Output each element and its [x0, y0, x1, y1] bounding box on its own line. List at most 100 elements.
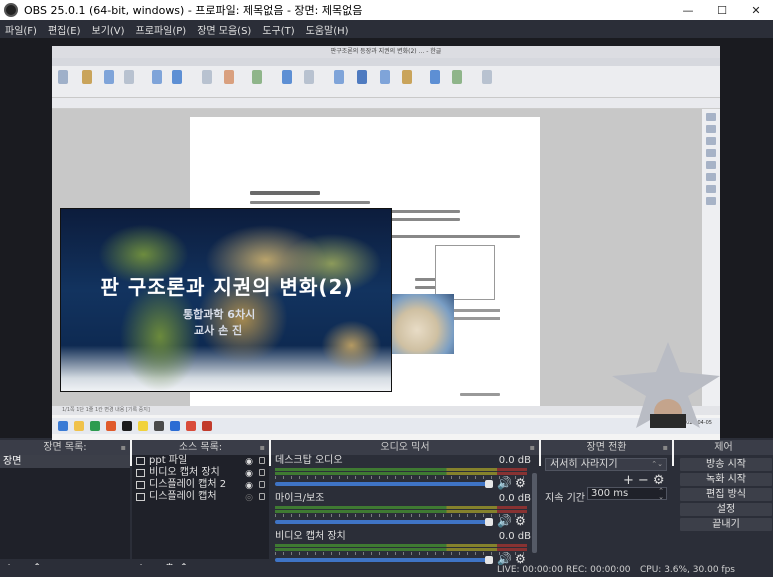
- window-title: OBS 25.0.1 (64-bit, windows) - 프로파일: 제목없…: [24, 4, 363, 17]
- slide-subtitle: 통합과학 6차시: [183, 308, 256, 321]
- live-status: LIVE: 00:00:00: [497, 565, 563, 575]
- hidden-eye-icon[interactable]: ◎: [245, 492, 253, 504]
- webcam-star-overlay: [612, 342, 720, 428]
- sources-dock: 소스 목록: ▪ ppt 파일 ◉ 비디오 캡처 장치 ◉ 디스플레이 캡처 2 …: [132, 440, 269, 577]
- add-transition-button[interactable]: +: [623, 473, 634, 488]
- menu-profile[interactable]: 프로파일(P): [131, 22, 193, 37]
- chevron-down-icon: ⌃⌄: [651, 460, 663, 468]
- doc-window-title: 판구조론의 등장과 지권의 변화(2) ... - 한글: [52, 46, 720, 58]
- meter-ticks: [275, 514, 527, 517]
- slide-teacher: 교사 손 진: [194, 324, 243, 337]
- lock-icon[interactable]: [259, 457, 265, 464]
- volume-slider-knob[interactable]: [485, 480, 493, 488]
- volume-slider[interactable]: [275, 482, 493, 486]
- menu-tools[interactable]: 도구(T): [257, 22, 300, 37]
- scenes-list: 장면: [0, 455, 130, 559]
- studio-mode-button[interactable]: 편집 방식: [680, 488, 772, 501]
- close-button[interactable]: ✕: [739, 0, 773, 20]
- folder-icon: [136, 457, 145, 465]
- maximize-button[interactable]: ☐: [705, 0, 739, 20]
- track-db: 0.0 dB: [498, 531, 531, 542]
- mixer-track-desktop: 데스크탑 오디오 0.0 dB 🔊 ⚙: [271, 455, 539, 493]
- slide-capture-source[interactable]: 판 구조론과 지권의 변화(2) 통합과학 6차시 교사 손 진: [60, 208, 392, 392]
- settings-button[interactable]: 설정: [680, 503, 772, 516]
- sources-header: 소스 목록: ▪: [132, 440, 269, 455]
- camera-icon: [136, 469, 145, 477]
- volume-meter: [275, 510, 527, 513]
- controls-dock: 제어 방송 시작 녹화 시작 편집 방식 설정 끝내기: [674, 440, 773, 577]
- lock-icon[interactable]: [259, 469, 265, 476]
- minimize-button[interactable]: —: [671, 0, 705, 20]
- scenes-dock: 장면 목록:▪ 장면 + − ⌃ ⌄: [0, 440, 130, 577]
- monitor-icon: [136, 481, 145, 489]
- transition-select[interactable]: 서서히 사라지기 ⌃⌄: [545, 458, 667, 471]
- status-bar: LIVE: 00:00:00 REC: 00:00:00 CPU: 3.6%, …: [0, 565, 773, 577]
- rec-status: REC: 00:00:00: [566, 565, 631, 575]
- menu-view[interactable]: 보기(V): [87, 22, 131, 37]
- track-name: 비디오 캡처 장치: [275, 531, 346, 542]
- transition-properties-button[interactable]: ⚙: [653, 473, 665, 488]
- speaker-icon[interactable]: 🔊: [497, 476, 512, 490]
- duration-input[interactable]: 300 ms ⌃ ⌄: [587, 487, 667, 501]
- mixer-scrollbar[interactable]: [532, 473, 537, 553]
- track-db: 0.0 dB: [498, 493, 531, 504]
- track-name: 데스크탑 오디오: [275, 455, 343, 466]
- menu-help[interactable]: 도움말(H): [301, 22, 355, 37]
- meter-ticks: [275, 552, 527, 555]
- source-item-ppt[interactable]: ppt 파일 ◉: [132, 455, 269, 467]
- volume-meter: [275, 468, 527, 471]
- controls-header: 제어: [674, 440, 773, 455]
- gear-icon[interactable]: ⚙: [515, 552, 526, 566]
- transitions-dock: 장면 전환 ▪ 서서히 사라지기 ⌃⌄ + − ⚙ 지속 기간 300 ms ⌃ ⌄: [541, 440, 672, 577]
- remove-transition-button[interactable]: −: [638, 473, 649, 488]
- volume-slider[interactable]: [275, 558, 493, 562]
- source-item-display-capture-2[interactable]: 디스플레이 캡처 2 ◉: [132, 479, 269, 491]
- lock-icon[interactable]: [259, 481, 265, 488]
- monitor-icon: [136, 493, 145, 501]
- sources-list: ppt 파일 ◉ 비디오 캡처 장치 ◉ 디스플레이 캡처 2 ◉ 디스플레이 …: [132, 455, 269, 559]
- track-db: 0.0 dB: [498, 455, 531, 466]
- volume-meter: [275, 506, 527, 509]
- transition-buttons: + − ⚙: [623, 473, 664, 488]
- speaker-icon[interactable]: 🔊: [497, 552, 512, 566]
- scene-item[interactable]: 장면: [0, 455, 130, 468]
- doc-diagram: [435, 245, 495, 300]
- slide-title: 판 구조론과 지권의 변화(2): [100, 275, 354, 299]
- transitions-header: 장면 전환 ▪: [541, 440, 672, 455]
- volume-meter: [275, 544, 527, 547]
- volume-slider-knob[interactable]: [485, 518, 493, 526]
- start-streaming-button[interactable]: 방송 시작: [680, 458, 772, 471]
- start-recording-button[interactable]: 녹화 시작: [680, 473, 772, 486]
- title-bar: OBS 25.0.1 (64-bit, windows) - 프로파일: 제목없…: [0, 0, 773, 20]
- window-controls: — ☐ ✕: [671, 0, 773, 20]
- duration-label: 지속 기간: [545, 493, 585, 504]
- doc-ribbon: [52, 66, 720, 98]
- source-item-video-capture[interactable]: 비디오 캡처 장치 ◉: [132, 467, 269, 479]
- doc-ribbon-tabs: [52, 58, 720, 66]
- volume-slider-knob[interactable]: [485, 556, 493, 564]
- gear-icon[interactable]: ⚙: [515, 476, 526, 490]
- obs-logo-icon: [4, 3, 18, 17]
- menu-scene-collection[interactable]: 장면 모음(S): [192, 22, 257, 37]
- menu-edit[interactable]: 편집(E): [43, 22, 87, 37]
- exit-button[interactable]: 끝내기: [680, 518, 772, 531]
- audio-mixer-dock: 오디오 믹서 ▪ 데스크탑 오디오 0.0 dB 🔊 ⚙ 마이크/보조 0.0 d…: [271, 440, 539, 577]
- cpu-status: CPU: 3.6%, 30.00 fps: [640, 565, 735, 575]
- source-item-display-capture[interactable]: 디스플레이 캡처 ◎: [132, 491, 269, 503]
- meter-ticks: [275, 476, 527, 479]
- mixer-track-video-capture: 비디오 캡처 장치 0.0 dB 🔊 ⚙: [271, 531, 539, 569]
- menu-file[interactable]: 파일(F): [0, 22, 43, 37]
- track-name: 마이크/보조: [275, 493, 325, 504]
- menu-bar: 파일(F) 편집(E) 보기(V) 프로파일(P) 장면 모음(S) 도구(T)…: [0, 20, 773, 38]
- gear-icon[interactable]: ⚙: [515, 514, 526, 528]
- volume-meter: [275, 548, 527, 551]
- speaker-icon[interactable]: 🔊: [497, 514, 512, 528]
- volume-meter: [275, 472, 527, 475]
- scenes-header: 장면 목록: ▪: [0, 440, 130, 455]
- mixer-header: 오디오 믹서 ▪: [271, 440, 539, 455]
- doc-format-bar: [52, 98, 720, 109]
- lock-icon[interactable]: [259, 493, 265, 500]
- spinner-icon[interactable]: ⌃ ⌄: [658, 488, 664, 501]
- volume-slider[interactable]: [275, 520, 493, 524]
- mixer-track-mic: 마이크/보조 0.0 dB 🔊 ⚙: [271, 493, 539, 531]
